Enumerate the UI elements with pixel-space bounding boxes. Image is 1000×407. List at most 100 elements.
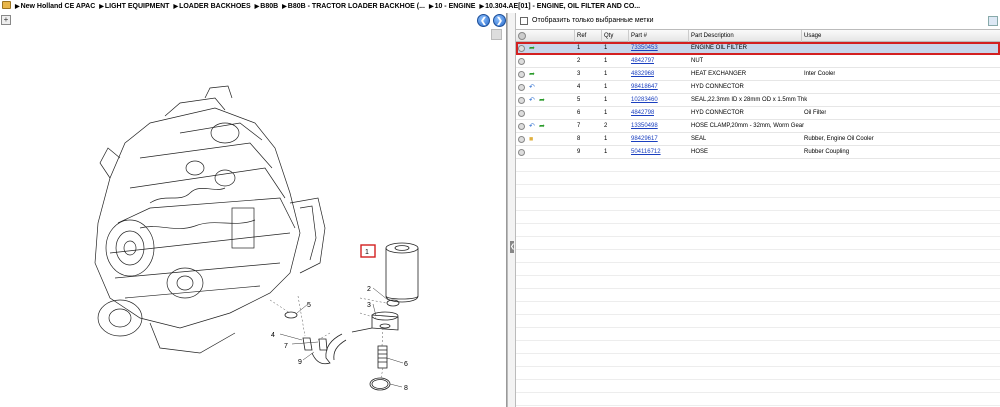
desc-cell: HOSE <box>691 149 709 155</box>
breadcrumb-item[interactable]: 10.304.AE[01] - ENGINE, OIL FILTER AND C… <box>485 3 640 10</box>
folder-icon[interactable] <box>2 1 11 9</box>
qty-cell: 1 <box>604 97 608 103</box>
callout-5[interactable]: 5 <box>307 302 311 309</box>
header-usage[interactable]: Usage <box>802 30 1000 42</box>
pane-splitter[interactable]: ❮ <box>507 13 516 407</box>
forward-button[interactable]: ❯ <box>493 14 506 27</box>
ref-cell: 2 <box>577 58 581 64</box>
usage-cell: Rubber Coupling <box>804 149 850 155</box>
breadcrumb-item[interactable]: LIGHT EQUIPMENT <box>105 3 170 10</box>
part-number-link[interactable]: 4842798 <box>631 110 654 116</box>
empty-row <box>516 237 1000 250</box>
settings-gear-icon[interactable] <box>518 32 526 40</box>
breadcrumb-item[interactable]: B80B - TRACTOR LOADER BACKHOE (... <box>288 3 425 10</box>
qty-cell: 1 <box>604 136 608 142</box>
part-number-link[interactable]: 13350498 <box>631 123 658 129</box>
part-number-link[interactable]: 10283460 <box>631 97 658 103</box>
callout-2[interactable]: 2 <box>367 286 371 293</box>
exploded-view-diagram[interactable]: 1 2 3 4 5 6 7 8 9 <box>0 28 507 407</box>
part-number-link[interactable]: 504116712 <box>631 149 661 155</box>
callout-4[interactable]: 4 <box>271 332 275 339</box>
desc-cell: SEAL,22.3mm ID x 28mm OD x 1.5mm Thk <box>691 97 808 103</box>
table-row[interactable]: ➦ 1 1 73350453 ENGINE OIL FILTER <box>516 42 1000 55</box>
ref-cell: 1 <box>577 45 581 51</box>
usage-cell <box>802 120 804 133</box>
usage-cell <box>802 42 804 55</box>
part-number-link[interactable]: 98418647 <box>631 84 658 90</box>
part-number-cell: 98418647 <box>629 81 658 94</box>
callout-8[interactable]: 8 <box>404 385 408 392</box>
header-part-number[interactable]: Part # <box>629 30 689 42</box>
export-icon[interactable] <box>988 16 998 26</box>
empty-row <box>516 393 1000 406</box>
callout-9[interactable]: 9 <box>298 359 302 366</box>
callout-7[interactable]: 7 <box>284 343 288 350</box>
part-number-link[interactable]: 98429617 <box>631 136 658 142</box>
table-row[interactable]: ■ 8 1 98429617 SEAL Rubber, Engine Oil Cooler <box>516 133 1000 146</box>
usage-cell <box>802 55 804 68</box>
row-options-icon[interactable] <box>518 149 525 156</box>
header-qty[interactable]: Qty <box>602 30 629 42</box>
qty-cell: 1 <box>604 110 608 116</box>
desc-cell: HYD CONNECTOR <box>691 84 744 90</box>
row-options-icon[interactable] <box>518 110 525 117</box>
row-options-icon[interactable] <box>518 71 525 78</box>
empty-row <box>516 159 1000 172</box>
row-options-icon[interactable] <box>518 58 525 65</box>
row-options-icon[interactable] <box>518 136 525 143</box>
filter-bar: Отобразить только выбранные метки <box>516 13 1000 29</box>
desc-cell: HYD CONNECTOR <box>691 110 744 116</box>
header-actions <box>516 30 575 42</box>
replacement-arrow-icon[interactable]: ➦ <box>529 71 535 78</box>
show-selected-checkbox[interactable] <box>520 17 528 25</box>
ref-cell: 3 <box>577 71 581 77</box>
breadcrumb-item[interactable]: B80B <box>260 3 278 10</box>
part-number-link[interactable]: 4842797 <box>631 58 654 64</box>
interchange-arrow-icon[interactable]: ↶ <box>529 97 535 104</box>
table-row[interactable]: ↶ ➦ 5 1 10283460 SEAL,22.3mm ID x 28mm OD x 1… <box>516 94 1000 107</box>
table-row[interactable]: ➦ 3 1 4832968 HEAT EXCHANGER Inter Cooler <box>516 68 1000 81</box>
callout-6[interactable]: 6 <box>404 361 408 368</box>
breadcrumb-arrow-icon: ▶ <box>428 4 434 10</box>
table-row[interactable]: 6 1 4842798 HYD CONNECTOR Oil Filter <box>516 107 1000 120</box>
part-number-cell: 13350498 <box>629 120 658 133</box>
interchange-arrow-icon[interactable]: ↶ <box>529 123 535 130</box>
header-ref[interactable]: Ref <box>575 30 602 42</box>
empty-row <box>516 289 1000 302</box>
interchange-arrow-icon[interactable]: ↶ <box>529 84 535 91</box>
empty-row <box>516 380 1000 393</box>
empty-row <box>516 172 1000 185</box>
part-number-cell: 504116712 <box>629 146 661 159</box>
callout-1[interactable]: 1 <box>365 249 369 256</box>
breadcrumb-item[interactable]: LOADER BACKHOES <box>179 3 251 10</box>
row-options-icon[interactable] <box>518 123 525 130</box>
row-options-icon[interactable] <box>518 97 525 104</box>
desc-cell: ENGINE OIL FILTER <box>691 45 748 51</box>
table-row[interactable]: 2 1 4842797 NUT <box>516 55 1000 68</box>
replacement-arrow-icon[interactable]: ➦ <box>539 123 545 130</box>
empty-row <box>516 367 1000 380</box>
empty-row <box>516 302 1000 315</box>
row-options-icon[interactable] <box>518 84 525 91</box>
collapse-handle-icon[interactable]: ❮ <box>510 241 515 253</box>
header-part-description[interactable]: Part Description <box>689 30 802 42</box>
breadcrumb-item[interactable]: New Holland CE APAC <box>21 3 96 10</box>
replacement-arrow-icon[interactable]: ➦ <box>539 97 545 104</box>
part-number-link[interactable]: 4832968 <box>631 71 654 77</box>
kit-box-icon[interactable]: ■ <box>529 136 533 143</box>
replacement-arrow-icon[interactable]: ➦ <box>529 45 535 52</box>
part-number-link[interactable]: 73350453 <box>631 45 658 51</box>
breadcrumb-item[interactable]: 10 - ENGINE <box>435 3 476 10</box>
back-button[interactable]: ❮ <box>477 14 490 27</box>
table-row[interactable]: ↶ 4 1 98418647 HYD CONNECTOR <box>516 81 1000 94</box>
empty-row <box>516 250 1000 263</box>
callout-3[interactable]: 3 <box>367 302 371 309</box>
table-row[interactable]: 9 1 504116712 HOSE Rubber Coupling <box>516 146 1000 159</box>
breadcrumb-arrow-icon: ▶ <box>282 4 287 10</box>
empty-row <box>516 224 1000 237</box>
engine-illustration: 1 2 3 4 5 6 7 8 9 <box>94 85 419 392</box>
zoom-in-icon[interactable]: + <box>1 15 11 25</box>
table-row[interactable]: ↶ ➦ 7 2 13350498 HOSE CLAMP,20mm - 32mm, Worm… <box>516 120 1000 133</box>
row-options-icon[interactable] <box>518 45 525 52</box>
qty-cell: 2 <box>604 123 608 129</box>
